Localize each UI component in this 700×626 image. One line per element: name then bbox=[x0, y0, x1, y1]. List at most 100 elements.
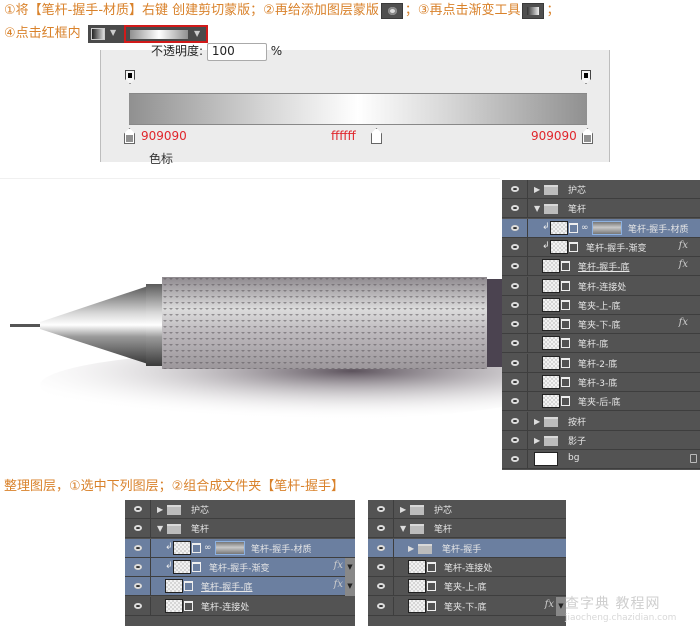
layer-row[interactable]: 笔夹-上-底 bbox=[368, 577, 566, 597]
vector-shape-icon bbox=[427, 581, 436, 592]
effects-fx-icon[interactable]: fx bbox=[679, 259, 688, 270]
layer-mask-thumbnail[interactable] bbox=[592, 220, 622, 235]
chain-link-icon[interactable]: ∞ bbox=[581, 223, 589, 233]
visibility-eye-icon[interactable] bbox=[368, 519, 394, 539]
layer-row[interactable]: 笔杆-底 bbox=[502, 334, 700, 354]
clipping-mask-icon: ↲ bbox=[165, 541, 173, 552]
opacity-stop-right[interactable] bbox=[581, 70, 591, 84]
visibility-eye-icon[interactable] bbox=[502, 180, 528, 199]
watermark: 查字典 教程网 jiaocheng.chazidian.com bbox=[565, 593, 676, 623]
layer-row[interactable]: 笔杆-连接处 bbox=[502, 276, 700, 296]
visibility-eye-icon[interactable] bbox=[368, 500, 394, 519]
caret-right-icon[interactable]: ▶ bbox=[534, 185, 540, 194]
gradient-picker-highlighted[interactable]: ▼ bbox=[124, 25, 208, 43]
layer-name: 笔杆 bbox=[434, 525, 453, 536]
layer-name: 笔杆-握手-底 bbox=[578, 263, 630, 274]
visibility-eye-icon[interactable] bbox=[502, 237, 528, 257]
pencil-illustration bbox=[10, 277, 502, 420]
effects-fx-icon[interactable]: fx bbox=[679, 317, 688, 328]
layer-row[interactable]: 笔杆-握手-底 fx bbox=[502, 257, 700, 277]
caret-down-icon[interactable]: ▼ bbox=[400, 524, 406, 533]
visibility-eye-icon[interactable] bbox=[125, 519, 151, 539]
visibility-eye-icon[interactable] bbox=[368, 557, 394, 577]
visibility-eye-icon[interactable] bbox=[502, 392, 528, 412]
chevron-down-icon[interactable]: ▼ bbox=[345, 557, 355, 577]
opacity-input[interactable]: 100 bbox=[206, 42, 267, 61]
color-stop-left[interactable] bbox=[124, 128, 135, 144]
caret-right-icon[interactable]: ▶ bbox=[408, 544, 414, 553]
layer-row[interactable]: ↲ 笔杆-握手-渐变 fx bbox=[502, 237, 700, 257]
visibility-eye-icon[interactable] bbox=[502, 199, 528, 219]
opacity-stop-left[interactable] bbox=[125, 70, 135, 84]
caret-down-icon[interactable]: ▼ bbox=[157, 524, 163, 533]
caret-right-icon[interactable]: ▶ bbox=[400, 505, 406, 514]
effects-fx-icon[interactable]: fx bbox=[679, 240, 688, 251]
visibility-eye-icon[interactable] bbox=[125, 577, 151, 597]
visibility-eye-icon[interactable] bbox=[502, 353, 528, 373]
caret-right-icon[interactable]: ▶ bbox=[534, 436, 540, 445]
chevron-down-icon[interactable]: ▼ bbox=[110, 28, 116, 37]
layer-row[interactable]: 笔杆-2-底 bbox=[502, 353, 700, 373]
layer-row[interactable]: 笔夹-下-底 fx bbox=[502, 315, 700, 335]
visibility-eye-icon[interactable] bbox=[502, 218, 528, 238]
caret-right-icon[interactable]: ▶ bbox=[534, 417, 540, 426]
layer-thumbnail bbox=[408, 598, 426, 613]
visibility-eye-icon[interactable] bbox=[502, 411, 528, 431]
visibility-eye-icon[interactable] bbox=[502, 373, 528, 392]
chevron-down-icon[interactable]: ▼ bbox=[194, 29, 200, 38]
visibility-eye-icon[interactable] bbox=[368, 538, 394, 558]
chain-link-icon[interactable]: ∞ bbox=[204, 543, 212, 553]
color-stop-right[interactable] bbox=[582, 128, 593, 144]
layer-mask-thumbnail[interactable] bbox=[215, 540, 245, 555]
layer-row[interactable]: ▶ 护芯 bbox=[502, 180, 700, 199]
effects-fx-icon[interactable]: fx bbox=[545, 599, 554, 610]
vector-shape-icon bbox=[561, 357, 570, 368]
color-stop-middle[interactable] bbox=[371, 128, 382, 144]
visibility-eye-icon[interactable] bbox=[502, 295, 528, 315]
visibility-eye-icon[interactable] bbox=[502, 450, 528, 470]
gradient-bar[interactable] bbox=[129, 93, 587, 125]
visibility-eye-icon[interactable] bbox=[368, 577, 394, 597]
visibility-eye-icon[interactable] bbox=[502, 257, 528, 277]
visibility-eye-icon[interactable] bbox=[125, 500, 151, 519]
visibility-eye-icon[interactable] bbox=[502, 334, 528, 354]
caret-down-icon[interactable]: ▼ bbox=[534, 204, 540, 213]
layer-row[interactable]: ↲ ∞ 笔杆-握手-材质 bbox=[125, 538, 355, 558]
gradient-preview-swatch[interactable] bbox=[130, 30, 188, 39]
layer-row[interactable]: ▶ 影子 bbox=[502, 430, 700, 450]
visibility-eye-icon[interactable] bbox=[502, 315, 528, 335]
layer-row[interactable]: ▶ 护芯 bbox=[368, 500, 566, 519]
effects-fx-icon[interactable]: fx bbox=[334, 560, 343, 571]
visibility-eye-icon[interactable] bbox=[502, 276, 528, 296]
layer-row[interactable]: ▼ 笔杆 bbox=[368, 519, 566, 539]
chevron-down-icon[interactable]: ▼ bbox=[345, 577, 355, 597]
layer-row[interactable]: 笔夹-上-底 bbox=[502, 295, 700, 315]
layer-row[interactable]: 笔杆-连接处 bbox=[125, 596, 355, 616]
effects-fx-icon[interactable]: fx bbox=[334, 579, 343, 590]
gradient-editor: 不透明度: 100 % 909090 ffffff 909090 色标 bbox=[100, 42, 610, 166]
layer-row[interactable]: ▼ 笔杆 bbox=[125, 519, 355, 539]
layer-row[interactable]: ▶ 笔杆-握手 bbox=[368, 538, 566, 558]
layer-row[interactable]: 笔杆-连接处 bbox=[368, 557, 566, 577]
visibility-eye-icon[interactable] bbox=[125, 596, 151, 616]
layer-row[interactable]: ▼ 笔杆 bbox=[502, 199, 700, 219]
layer-row[interactable]: ▶ 护芯 bbox=[125, 500, 355, 519]
layer-row[interactable]: bg bbox=[502, 450, 700, 470]
visibility-eye-icon[interactable] bbox=[502, 430, 528, 450]
layer-row[interactable]: 笔夹-下-底 fx ▼ bbox=[368, 596, 566, 616]
layer-row[interactable]: ↲ 笔杆-握手-渐变 fx ▼ bbox=[125, 557, 355, 577]
visibility-eye-icon[interactable] bbox=[368, 596, 394, 616]
layer-row[interactable]: 笔杆-3-底 bbox=[502, 373, 700, 392]
layer-row[interactable]: 笔夹-后-底 bbox=[502, 392, 700, 412]
layer-row[interactable]: ▶ 按杆 bbox=[502, 411, 700, 431]
vector-shape-icon bbox=[184, 581, 193, 592]
layers-panel-after: ▶ 护芯 ▼ 笔杆 ▶ 笔杆-握手 笔杆-连接处 笔夹-上-底 笔夹-下-底 fx ▼ bbox=[368, 500, 566, 626]
visibility-eye-icon[interactable] bbox=[125, 557, 151, 577]
gradient-preset-icon[interactable] bbox=[91, 28, 105, 40]
layer-thumbnail bbox=[542, 375, 560, 389]
caret-right-icon[interactable]: ▶ bbox=[157, 505, 163, 514]
layer-row[interactable]: 笔杆-握手-底 fx ▼ bbox=[125, 577, 355, 597]
layer-row[interactable]: ↲ ∞ 笔杆-握手-材质 bbox=[502, 218, 700, 238]
visibility-eye-icon[interactable] bbox=[125, 538, 151, 558]
layer-name: 影子 bbox=[568, 436, 587, 447]
